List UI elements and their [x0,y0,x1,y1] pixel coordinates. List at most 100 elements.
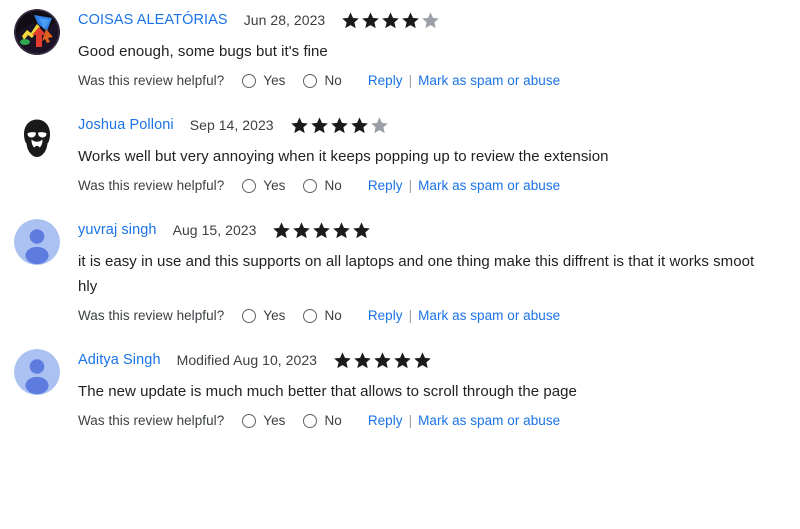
star-filled-icon [352,221,371,240]
avatar [14,9,60,55]
helpful-row: Was this review helpful? Yes No Reply | Mark … [78,412,800,430]
star-filled-icon [310,116,329,135]
review-date: Sep 14, 2023 [189,117,274,133]
star-filled-icon [272,221,291,240]
default-person-icon [14,349,60,395]
review-actions: Reply | Mark as spam or abuse [368,177,560,195]
star-filled-icon [341,11,360,30]
review-item: COISAS ALEATÓRIAS Jun 28, 2023 Good enough… [0,0,800,90]
radio-circle-icon[interactable] [303,414,318,428]
helpful-no-label: No [324,178,342,193]
action-separator: | [408,308,413,323]
helpful-no-label: No [324,413,342,428]
mark-spam-link[interactable]: Mark as spam or abuse [418,177,560,195]
helpful-no-radio[interactable]: No [303,412,342,430]
helpful-row: Was this review helpful? Yes No Reply | Mark … [78,72,800,90]
star-filled-icon [393,351,412,370]
helpful-question-label: Was this review helpful? [78,308,225,323]
helpful-yes-radio[interactable]: Yes [242,72,285,90]
review-author-link[interactable]: Joshua Polloni [78,115,174,135]
action-separator: | [408,178,413,193]
helpful-no-label: No [324,308,342,323]
reply-link[interactable]: Reply [368,412,403,430]
star-filled-icon [333,351,352,370]
user-photo-face-icon [14,114,60,160]
radio-circle-icon[interactable] [303,74,318,88]
star-filled-icon [401,11,420,30]
helpful-yes-label: Yes [263,413,286,428]
review-text: The new update is much much better that … [78,383,577,400]
review-author-link[interactable]: yuvraj singh [78,220,157,240]
helpful-yes-radio[interactable]: Yes [242,177,285,195]
helpful-no-radio[interactable]: No [303,72,342,90]
review-body: COISAS ALEATÓRIAS Jun 28, 2023 Good enough… [78,7,800,90]
review-text: Good enough, some bugs but it's fine [78,43,328,60]
helpful-no-radio[interactable]: No [303,177,342,195]
star-filled-icon [292,221,311,240]
action-separator: | [408,413,413,428]
default-person-icon [14,219,60,265]
helpful-no-label: No [324,73,342,88]
star-filled-icon [330,116,349,135]
helpful-yes-radio[interactable]: Yes [242,412,285,430]
star-filled-icon [381,11,400,30]
avatar [14,349,60,395]
review-actions: Reply | Mark as spam or abuse [368,307,560,325]
reviews-list: COISAS ALEATÓRIAS Jun 28, 2023 Good enough… [0,0,800,430]
rating-stars [341,11,441,30]
helpful-question-label: Was this review helpful? [78,73,225,88]
reply-link[interactable]: Reply [368,307,403,325]
review-text: it is easy in use and this supports on a… [78,253,755,295]
review-header: COISAS ALEATÓRIAS Jun 28, 2023 [78,9,800,31]
star-filled-icon [361,11,380,30]
review-actions: Reply | Mark as spam or abuse [368,412,560,430]
rating-stars [290,116,390,135]
review-text: Works well but very annoying when it kee… [78,148,609,165]
star-filled-icon [350,116,369,135]
radio-circle-icon[interactable] [242,179,257,193]
star-empty-icon [370,116,389,135]
radio-circle-icon[interactable] [242,414,257,428]
reply-link[interactable]: Reply [368,72,403,90]
radio-circle-icon[interactable] [242,309,257,323]
action-separator: | [408,73,413,88]
star-empty-icon [421,11,440,30]
helpful-question-label: Was this review helpful? [78,413,225,428]
review-body: Aditya Singh Modified Aug 10, 2023 The new… [78,347,800,430]
star-filled-icon [413,351,432,370]
helpful-yes-radio[interactable]: Yes [242,307,285,325]
reply-link[interactable]: Reply [368,177,403,195]
helpful-row: Was this review helpful? Yes No Reply | Mark … [78,177,800,195]
review-actions: Reply | Mark as spam or abuse [368,72,560,90]
rating-stars [272,221,372,240]
star-filled-icon [312,221,331,240]
review-author-link[interactable]: COISAS ALEATÓRIAS [78,10,228,30]
mark-spam-link[interactable]: Mark as spam or abuse [418,72,560,90]
review-body: Joshua Polloni Sep 14, 2023 Works well but… [78,112,800,195]
star-filled-icon [353,351,372,370]
review-author-link[interactable]: Aditya Singh [78,350,161,370]
helpful-yes-label: Yes [263,178,286,193]
review-header: Aditya Singh Modified Aug 10, 2023 [78,349,800,371]
mark-spam-link[interactable]: Mark as spam or abuse [418,412,560,430]
radio-circle-icon[interactable] [303,179,318,193]
user-photo-arrows-icon [14,9,60,55]
helpful-yes-label: Yes [263,73,286,88]
review-item: Aditya Singh Modified Aug 10, 2023 The new… [0,325,800,430]
review-header: yuvraj singh Aug 15, 2023 [78,219,800,241]
review-item: yuvraj singh Aug 15, 2023 it is easy in us… [0,195,800,325]
avatar [14,114,60,160]
radio-circle-icon[interactable] [303,309,318,323]
helpful-yes-label: Yes [263,308,286,323]
rating-stars [333,351,433,370]
avatar [14,219,60,265]
review-date: Jun 28, 2023 [243,12,326,28]
review-date: Modified Aug 10, 2023 [176,352,318,368]
review-date: Aug 15, 2023 [172,222,257,238]
radio-circle-icon[interactable] [242,74,257,88]
helpful-no-radio[interactable]: No [303,307,342,325]
review-header: Joshua Polloni Sep 14, 2023 [78,114,800,136]
star-filled-icon [332,221,351,240]
mark-spam-link[interactable]: Mark as spam or abuse [418,307,560,325]
star-filled-icon [290,116,309,135]
